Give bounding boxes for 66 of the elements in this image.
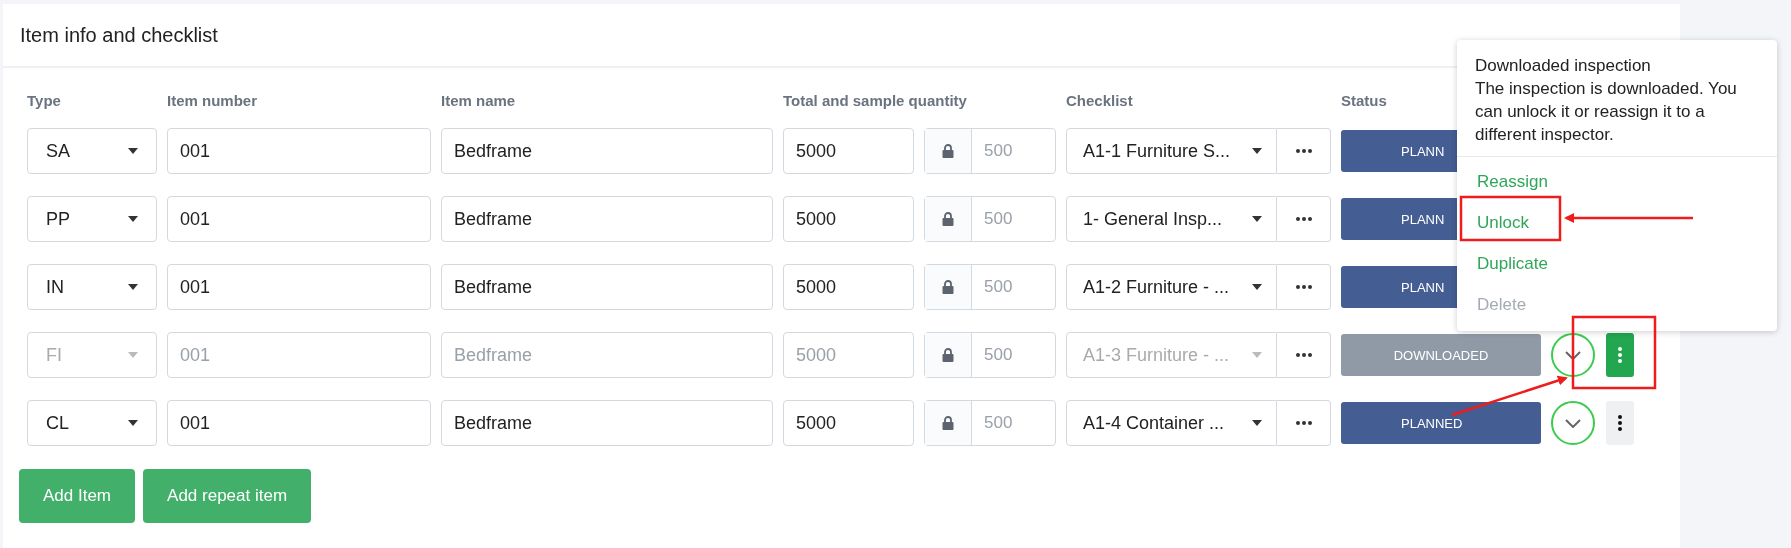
column-header: Checklist: [1066, 90, 1133, 111]
input-field[interactable]: 5000: [783, 264, 914, 310]
lock-icon: [942, 348, 954, 362]
input-field[interactable]: 001: [167, 400, 431, 446]
ellipsis-icon: [1295, 353, 1312, 357]
kebab-icon: [1618, 415, 1622, 431]
type-select[interactable]: IN: [27, 264, 157, 310]
ellipsis-icon: [1295, 285, 1312, 289]
input-field[interactable]: 001: [167, 264, 431, 310]
checklist-select[interactable]: A1-2 Furniture - ...: [1066, 264, 1277, 310]
ellipsis-icon: [1295, 149, 1312, 153]
input-field[interactable]: 5000: [783, 400, 914, 446]
caret-icon: [1252, 216, 1262, 222]
sample-quantity: 500: [983, 140, 1013, 162]
caret-icon: [128, 420, 138, 426]
caret-icon: [1252, 352, 1262, 358]
caret-icon: [128, 284, 138, 290]
caret-icon: [128, 352, 138, 358]
caret-icon: [1252, 284, 1262, 290]
section-title: Item info and checklist: [20, 23, 218, 47]
caret-icon: [128, 216, 138, 222]
input-field[interactable]: 001: [167, 128, 431, 174]
checklist-select[interactable]: 1- General Insp...: [1066, 196, 1277, 242]
kebab-icon: [1618, 347, 1622, 363]
chevron-icon: [1565, 350, 1581, 360]
column-header: Item name: [441, 90, 516, 111]
input-field[interactable]: 5000: [783, 196, 914, 242]
input-field[interactable]: Bedframe: [441, 400, 773, 446]
column-header: Total and sample quantity: [783, 90, 967, 111]
caret-icon: [1252, 420, 1262, 426]
more-button[interactable]: [1277, 196, 1331, 242]
sample-quantity: 500: [983, 208, 1013, 230]
status-button[interactable]: PLANNED: [1341, 402, 1541, 444]
more-button[interactable]: [1277, 264, 1331, 310]
expand-button[interactable]: [1551, 333, 1595, 377]
caret-icon: [1252, 148, 1262, 154]
column-header: Item number: [167, 90, 257, 111]
lock-icon: [942, 416, 954, 430]
ellipsis-icon: [1295, 217, 1312, 221]
sample-quantity: 500: [983, 276, 1013, 298]
type-select[interactable]: SA: [27, 128, 157, 174]
ellipsis-icon: [1295, 421, 1312, 425]
sample-quantity: 500: [983, 344, 1013, 366]
sample-quantity: 500: [983, 412, 1013, 434]
input-field[interactable]: Bedframe: [441, 264, 773, 310]
lock-icon: [942, 280, 954, 294]
expand-button[interactable]: [1551, 401, 1595, 445]
input-field[interactable]: Bedframe: [441, 196, 773, 242]
input-field[interactable]: Bedframe: [441, 128, 773, 174]
menu-title: Downloaded inspection: [1475, 55, 1652, 77]
column-header: Status: [1341, 90, 1387, 111]
chevron-icon: [1565, 418, 1581, 428]
checklist-select[interactable]: A1-4 Container ...: [1066, 400, 1277, 446]
lock-icon: [942, 144, 954, 158]
lock-icon: [942, 212, 954, 226]
input-field[interactable]: 5000: [783, 128, 914, 174]
caret-icon: [128, 148, 138, 154]
type-select[interactable]: PP: [27, 196, 157, 242]
more-button[interactable]: [1277, 332, 1331, 378]
more-button[interactable]: [1277, 128, 1331, 174]
column-header: Type: [27, 90, 61, 111]
more-button[interactable]: [1277, 400, 1331, 446]
kebab-button[interactable]: [1606, 401, 1634, 445]
checklist-select[interactable]: A1-1 Furniture S...: [1066, 128, 1277, 174]
input-field[interactable]: 001: [167, 196, 431, 242]
type-select[interactable]: CL: [27, 400, 157, 446]
